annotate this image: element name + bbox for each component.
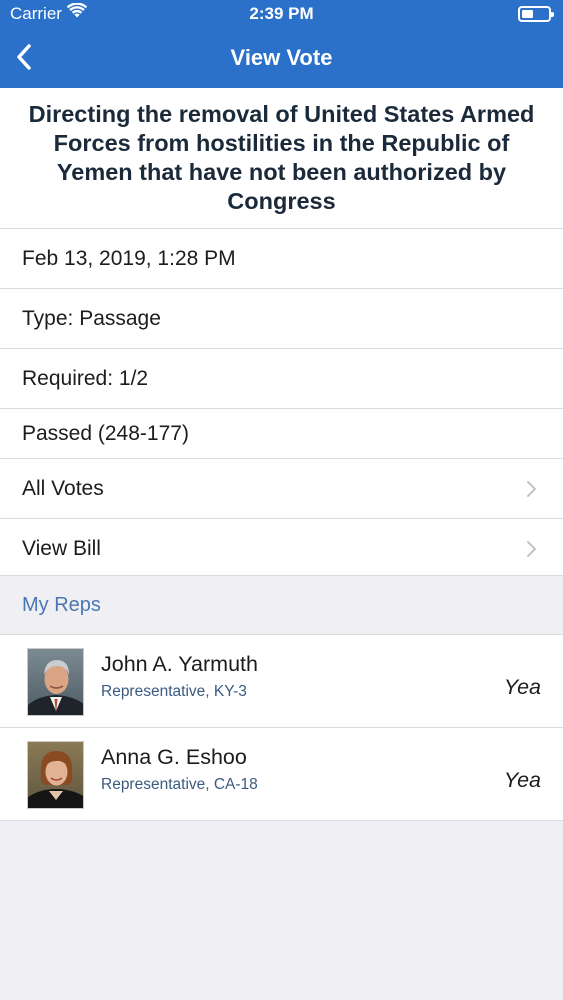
rep-vote: Yea (503, 768, 541, 792)
vote-required: Required: 1/2 (0, 349, 563, 409)
status-bar: Carrier 2:39 PM (0, 0, 563, 30)
page-title: View Vote (230, 45, 333, 70)
rep-row[interactable]: Anna G. Eshoo Representative, CA-18 Yea (0, 728, 563, 821)
battery-icon (518, 6, 554, 22)
view-bill-row[interactable]: View Bill (0, 519, 563, 579)
vote-date-text: Feb 13, 2019, 1:28 PM (22, 246, 236, 270)
chevron-right-icon (527, 480, 536, 497)
vote-title: Directing the removal of United States A… (0, 88, 563, 229)
rep-name: Anna G. Eshoo (101, 745, 247, 769)
vote-details: Directing the removal of United States A… (0, 88, 563, 579)
chevron-right-icon (527, 540, 536, 557)
all-votes-label: All Votes (22, 476, 104, 500)
vote-required-text: Required: 1/2 (22, 366, 149, 390)
vote-type-text: Type: Passage (22, 306, 161, 330)
view-bill-label: View Bill (22, 536, 101, 560)
rep-role: Representative, KY-3 (101, 683, 247, 700)
rep-photo (27, 648, 84, 716)
rep-role: Representative, CA-18 (101, 776, 258, 793)
vote-date: Feb 13, 2019, 1:28 PM (0, 229, 563, 289)
all-votes-row[interactable]: All Votes (0, 459, 563, 519)
vote-type: Type: Passage (0, 289, 563, 349)
reps-list: John A. Yarmuth Representative, KY-3 Yea… (0, 635, 563, 821)
back-button[interactable] (10, 38, 50, 78)
navigation-bar: View Vote (0, 30, 563, 88)
vote-result: Passed (248-177) (0, 409, 563, 459)
rep-row[interactable]: John A. Yarmuth Representative, KY-3 Yea (0, 635, 563, 728)
my-reps-header: My Reps (0, 575, 563, 635)
my-reps-header-label: My Reps (22, 593, 101, 616)
clock: 2:39 PM (249, 4, 314, 23)
rep-photo (27, 741, 84, 809)
battery-level (522, 10, 533, 18)
vote-result-text: Passed (248-177) (22, 421, 189, 445)
rep-name: John A. Yarmuth (101, 652, 258, 676)
chevron-left-icon (17, 44, 31, 70)
rep-vote: Yea (503, 675, 541, 699)
